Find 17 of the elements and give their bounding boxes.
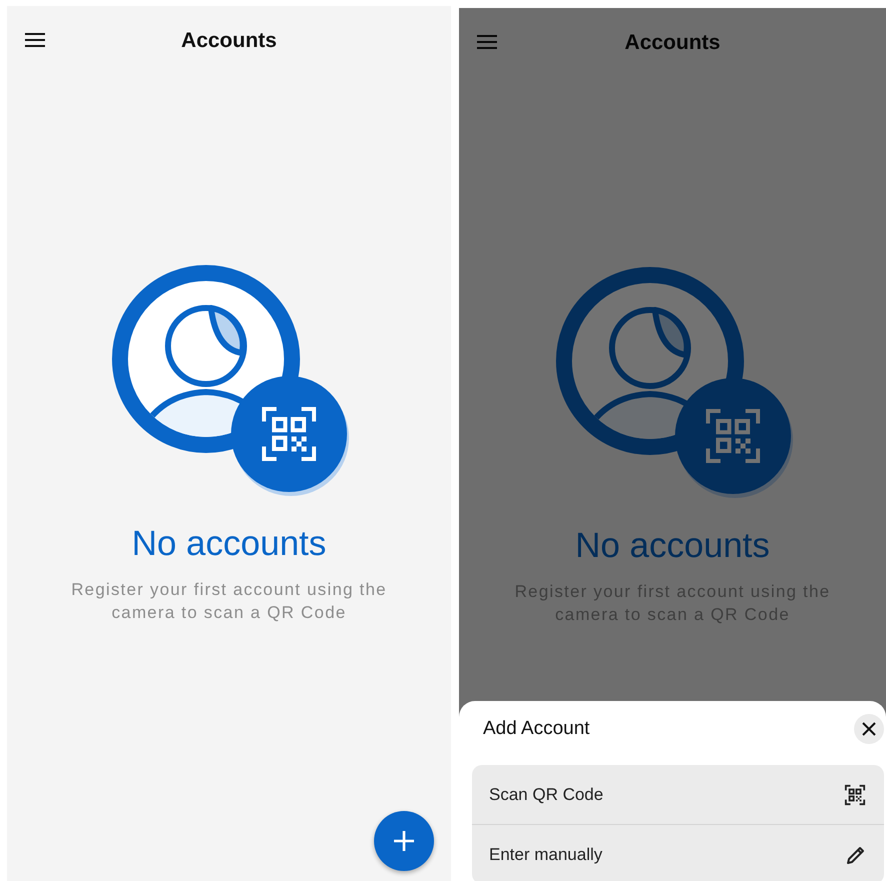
plus-icon (393, 830, 415, 852)
option-item[interactable]: Scan QR Code (472, 765, 884, 825)
option-item[interactable]: Enter manually (472, 825, 884, 881)
option-label: Scan QR Code (489, 784, 604, 804)
empty-state-text: Register your first account using the camera to scan a QR Code (70, 579, 388, 624)
empty-state-title: No accounts (132, 524, 326, 564)
screen-title: Accounts (624, 31, 720, 55)
pencil-icon (846, 844, 866, 864)
option-label: Enter manually (489, 844, 602, 864)
close-button[interactable] (854, 714, 884, 744)
empty-state-title: No accounts (575, 526, 770, 566)
menu-button[interactable] (25, 33, 45, 47)
close-icon (861, 721, 877, 737)
screen-title: Accounts (181, 29, 277, 53)
qr-code-icon (844, 784, 866, 806)
sheet-title: Add Account (483, 718, 590, 740)
add-button[interactable] (374, 811, 434, 871)
